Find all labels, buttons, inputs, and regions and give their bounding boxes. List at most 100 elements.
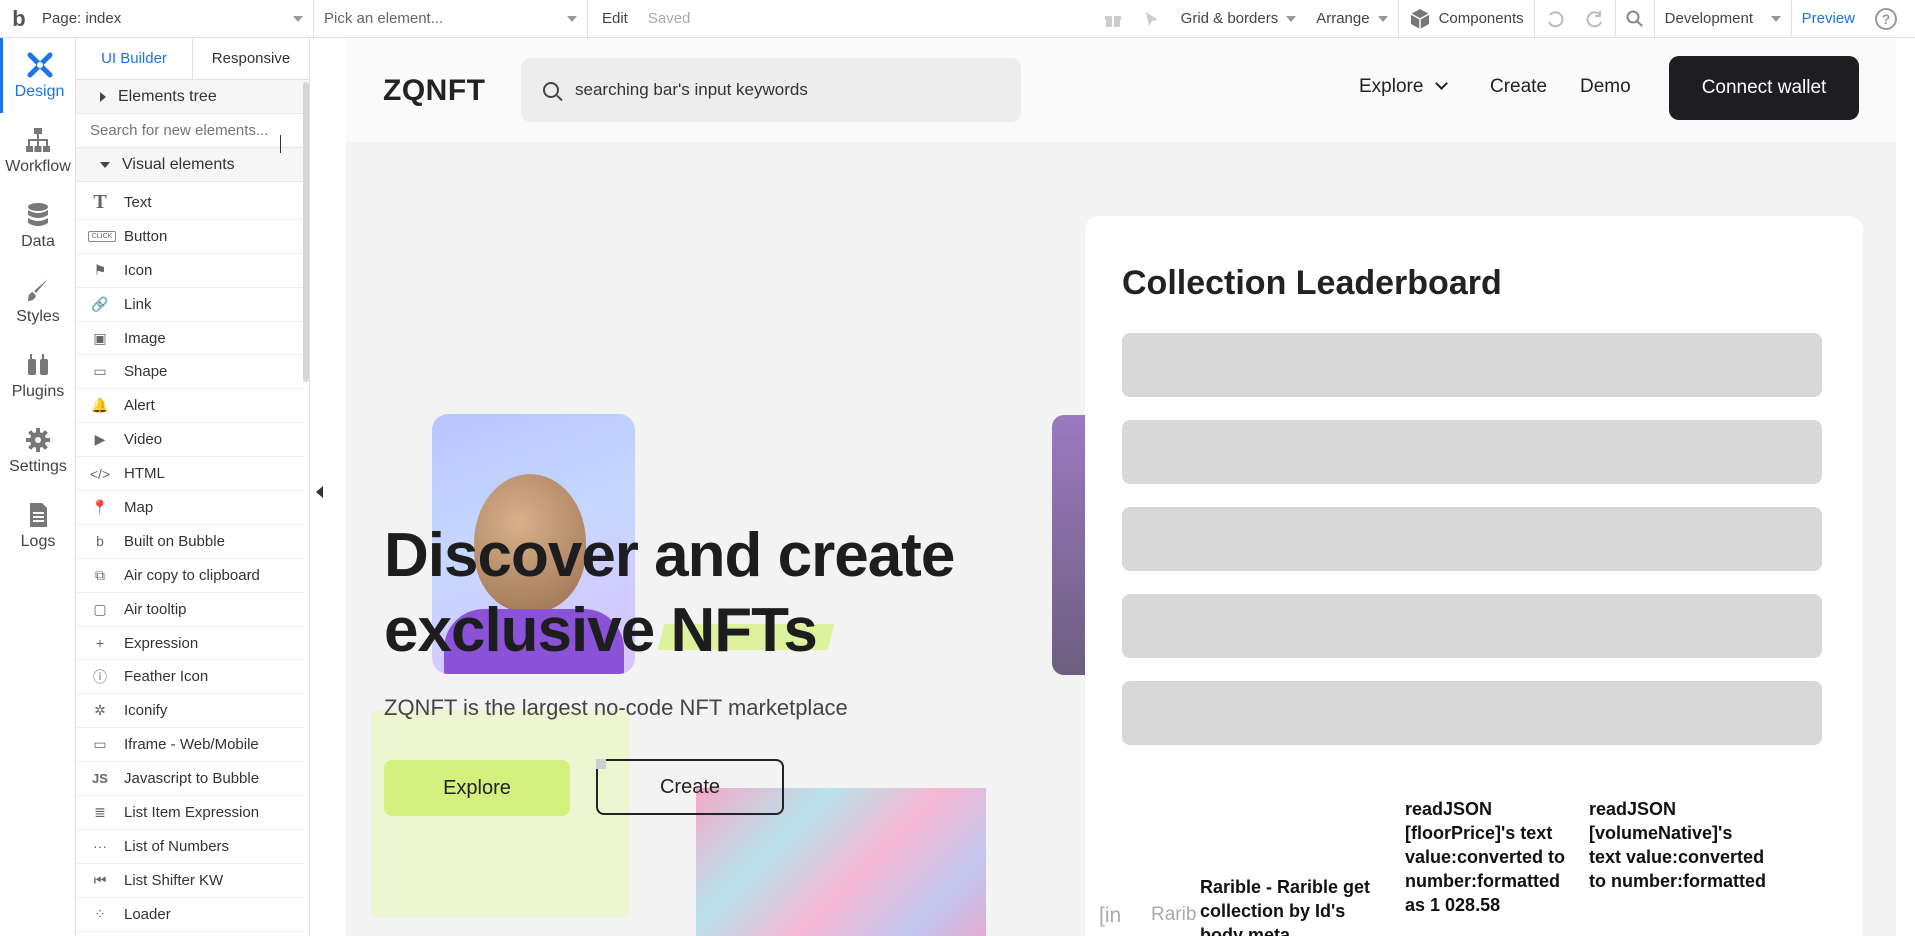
cursor-icon[interactable] [1133,0,1171,38]
leaderboard-card: Collection Leaderboard [in Rarib Rarible… [1085,216,1863,936]
element-type-icon: CLICK [88,230,116,242]
palette-item-label: Shape [124,363,168,381]
environment-label: Development [1664,10,1754,27]
palette-item[interactable]: ⏮ List Shifter KW [76,864,304,898]
palette-item[interactable]: ··· List of Numbers [76,830,304,864]
palette-item[interactable]: ⧉ Air copy to clipboard [76,559,304,593]
site-search-text: searching bar's input keywords [575,80,808,99]
palette-item[interactable]: 🔔 Alert [76,389,304,424]
grid-borders-menu[interactable]: Grid & borders [1171,0,1307,38]
search-icon [543,82,559,98]
palette-item[interactable]: ⓘ Feather Icon [76,660,304,695]
arrange-menu[interactable]: Arrange [1306,0,1397,38]
element-search-input[interactable] [90,122,280,139]
explore-button[interactable]: Explore [384,760,570,816]
nav-create[interactable]: Create [1490,76,1547,98]
element-palette: UI Builder Responsive Elements tree Visu… [76,38,310,936]
tab-responsive[interactable]: Responsive [193,38,309,79]
nav-label: Data [21,232,55,250]
palette-item[interactable]: ▣ Image [76,322,304,356]
element-picker-label: Pick an element... [324,10,444,27]
palette-item-label: Air tooltip [124,600,187,618]
element-type-icon: ⏮ [93,871,107,888]
gift-icon[interactable] [1093,0,1133,38]
palette-item-label: Feather Icon [124,668,209,686]
palette-item-label: Alert [124,397,155,415]
skeleton-row [1122,594,1822,658]
nav-plugins[interactable]: Plugins [0,338,76,413]
preview-link[interactable]: Preview [1792,0,1865,38]
tab-ui-builder[interactable]: UI Builder [76,38,193,79]
palette-item-label: Air copy to clipboard [124,566,260,584]
components-button[interactable]: Components [1399,0,1534,38]
site-logo[interactable]: ZQNFT [383,74,485,108]
site-search-bar[interactable]: searching bar's input keywords [521,58,1021,122]
palette-item[interactable]: ▭ Shape [76,355,304,390]
nav-design[interactable]: Design [0,38,76,113]
element-type-icon: JS [92,771,108,787]
nav-styles[interactable]: Styles [0,263,76,338]
undo-icon[interactable] [1535,0,1575,38]
components-label: Components [1438,10,1524,27]
nav-demo[interactable]: Demo [1580,76,1631,98]
palette-item[interactable]: 🔗 Link [76,288,304,322]
palette-item[interactable]: 📍 Map [76,491,304,525]
hero-subtitle: ZQNFT is the largest no-code NFT marketp… [384,695,848,720]
chevron-down-icon [1435,77,1449,90]
nav-data[interactable]: Data [0,188,76,263]
elements-tree-toggle[interactable]: Elements tree [76,80,309,114]
element-type-icon: ≣ [94,803,106,820]
workflow-icon [26,127,50,152]
palette-item[interactable]: b Built on Bubble [76,525,304,559]
palette-item[interactable]: ⁘ Loader [76,898,304,932]
nav-workflow[interactable]: Workflow [0,113,76,188]
palette-item[interactable]: JS Javascript to Bubble [76,762,304,797]
element-type-icon: ⧉ [95,566,105,583]
palette-item-label: Loader [124,905,171,923]
palette-item[interactable]: ✲ Iconify [76,694,304,729]
palette-item[interactable]: ▶ Video [76,423,304,458]
palette-item[interactable]: ▭ Iframe - Web/Mobile [76,728,304,763]
connect-wallet-button[interactable]: Connect wallet [1669,56,1859,120]
chevron-down-icon [1377,15,1388,22]
nav-label: Styles [16,307,60,325]
palette-scrollbar[interactable] [303,82,309,382]
element-type-icon: ▣ [93,329,107,346]
element-type-icon: ▭ [93,736,107,753]
bubble-logo[interactable]: b [6,0,32,38]
palette-item[interactable]: + Expression [76,627,304,661]
element-type-icon: ··· [93,838,107,855]
edit-menu[interactable]: Edit [592,0,638,38]
element-type-icon: ⓘ [93,668,107,685]
saved-status: Saved [647,10,691,27]
element-type-icon: ▭ [93,363,107,380]
nav-label: Workflow [5,157,71,175]
element-picker[interactable]: Pick an element... [314,0,588,38]
nav-settings[interactable]: Settings [0,413,76,488]
design-canvas[interactable]: ZQNFT searching bar's input keywords Exp… [346,38,1896,936]
chevron-down-icon [567,15,577,22]
palette-item[interactable]: </> HTML [76,457,304,492]
page-selector-label: Page: index [42,10,122,27]
palette-item-label: Javascript to Bubble [124,770,260,788]
nav-explore[interactable]: Explore [1359,76,1449,98]
environment-selector[interactable]: Development [1655,0,1791,38]
element-search[interactable] [76,114,309,148]
nav-logs[interactable]: Logs [0,488,76,563]
nav-label: Plugins [11,382,65,400]
create-button[interactable]: Create [596,759,784,815]
search-icon[interactable] [1616,0,1654,38]
palette-item[interactable]: ⚑ Icon [76,254,304,288]
help-icon[interactable]: ? [1865,0,1907,38]
palette-item[interactable]: CLICK Button [76,220,304,254]
redo-icon[interactable] [1575,0,1615,38]
collapse-panel-icon[interactable] [316,486,323,498]
visual-elements-toggle[interactable]: Visual elements [76,148,309,182]
palette-item[interactable]: T Text [76,186,304,220]
page-selector[interactable]: Page: index [32,0,314,38]
resize-handle[interactable] [596,759,606,769]
palette-item[interactable]: ≣ List Item Expression [76,796,304,830]
table-cell-floor: readJSON [floorPrice]'s text value:conve… [1405,799,1566,915]
palette-item[interactable]: ▢ Air tooltip [76,593,304,627]
caret-down-icon [100,161,110,168]
